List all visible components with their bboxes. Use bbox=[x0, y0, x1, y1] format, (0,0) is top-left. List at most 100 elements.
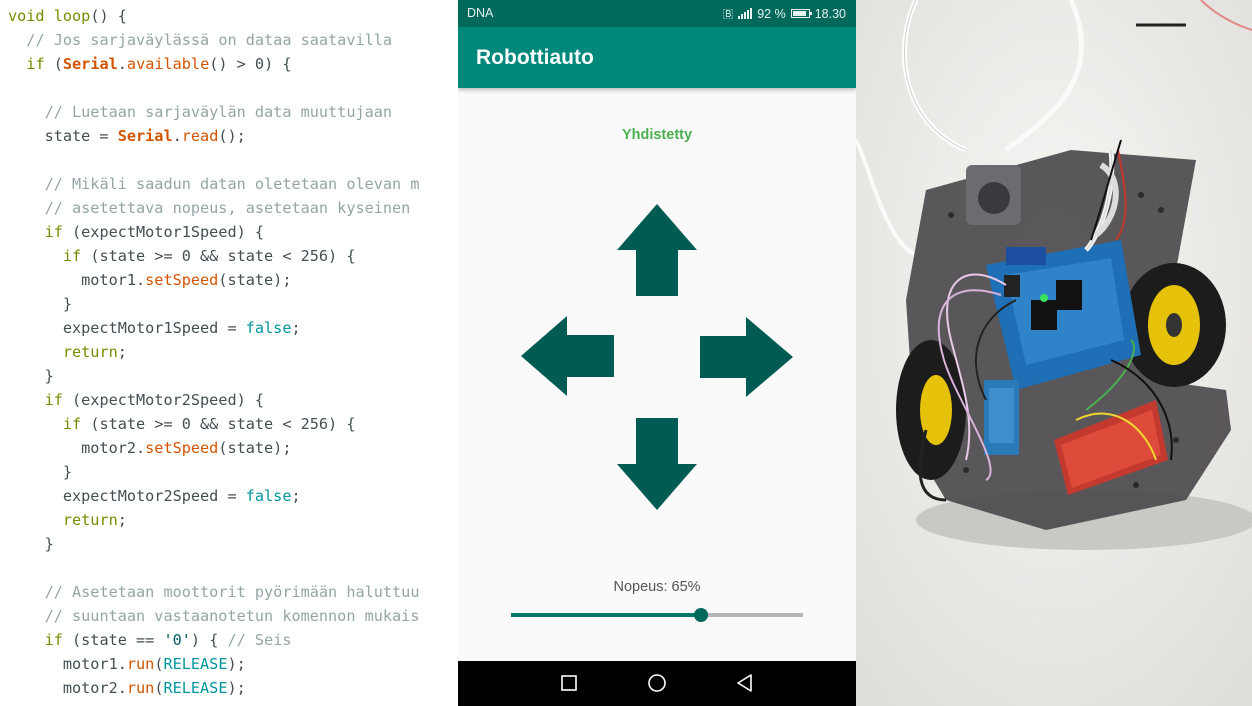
code-token: (state); bbox=[218, 439, 292, 457]
speed-label: Nopeus: 65% bbox=[613, 579, 701, 595]
code-line: motor2.run(RELEASE); bbox=[0, 676, 458, 700]
left-arrow-icon bbox=[521, 316, 614, 396]
slider-thumb[interactable] bbox=[693, 608, 708, 622]
down-arrow-button[interactable] bbox=[617, 418, 697, 510]
code-token: '0' bbox=[163, 631, 191, 649]
code-token: false bbox=[245, 487, 292, 505]
code-token: (state >= 0 && state < 256) { bbox=[81, 247, 356, 265]
code-token: run bbox=[126, 679, 155, 697]
code-token: () > 0) { bbox=[209, 55, 292, 73]
code-token: } bbox=[8, 535, 54, 553]
code-token: (state); bbox=[218, 271, 292, 289]
code-line: // Asetetaan moottorit pyörimään haluttu… bbox=[0, 580, 458, 604]
code-token: // Mikäli saadun datan oletetaan olevan … bbox=[44, 175, 420, 193]
code-line: if (Serial.available() > 0) { bbox=[0, 52, 458, 76]
code-token: ; bbox=[117, 511, 127, 529]
code-token: if bbox=[44, 631, 63, 649]
code-line: } bbox=[0, 460, 458, 484]
code-line: if (state >= 0 && state < 256) { bbox=[0, 412, 458, 436]
robot-car-image bbox=[856, 0, 1252, 706]
code-line: } bbox=[0, 364, 458, 388]
up-arrow-icon bbox=[617, 204, 697, 296]
code-token: // asetettava nopeus, asetetaan kyseinen bbox=[44, 199, 411, 217]
code-token: (expectMotor2Speed) { bbox=[62, 391, 265, 409]
code-token: ; bbox=[291, 319, 301, 337]
battery-percent: 92 % bbox=[757, 6, 786, 21]
code-token: return bbox=[62, 511, 118, 529]
bluetooth-icon: 🇧 bbox=[722, 6, 734, 20]
signal-icon bbox=[738, 8, 753, 19]
code-token: // Asetetaan moottorit pyörimään haluttu… bbox=[44, 583, 420, 601]
code-token: motor1. bbox=[8, 271, 146, 289]
code-token: . bbox=[172, 127, 182, 145]
code-token: RELEASE bbox=[163, 655, 228, 673]
code-token: // Seis bbox=[227, 631, 292, 649]
code-line: motor1.run(RELEASE); bbox=[0, 652, 458, 676]
code-token: ); bbox=[227, 655, 246, 673]
code-token: (state >= 0 && state < 256) { bbox=[81, 415, 356, 433]
code-token: if bbox=[62, 415, 82, 433]
back-icon[interactable] bbox=[736, 673, 754, 693]
up-arrow-button[interactable] bbox=[617, 204, 697, 296]
code-token: RELEASE bbox=[163, 679, 228, 697]
left-arrow-button[interactable] bbox=[521, 316, 614, 396]
code-token: } bbox=[8, 295, 73, 313]
right-arrow-button[interactable] bbox=[700, 317, 793, 397]
code-token: setSpeed bbox=[145, 439, 219, 457]
code-line: return; bbox=[0, 340, 458, 364]
code-line: expectMotor2Speed = false; bbox=[0, 484, 458, 508]
code-token: (); bbox=[218, 127, 246, 145]
code-token: expectMotor1Speed = bbox=[8, 319, 246, 337]
code-token: } bbox=[8, 463, 73, 481]
code-token: () { bbox=[90, 7, 127, 25]
code-token: motor2. bbox=[8, 439, 146, 457]
code-token: if bbox=[26, 55, 45, 73]
code-token: ; bbox=[291, 487, 301, 505]
code-line: // suuntaan vastaanotetun komennon mukai… bbox=[0, 604, 458, 628]
battery-icon bbox=[790, 9, 812, 18]
code-token: available bbox=[126, 55, 210, 73]
code-line: expectMotor1Speed = false; bbox=[0, 316, 458, 340]
down-arrow-icon bbox=[617, 418, 697, 510]
code-token: } bbox=[8, 367, 54, 385]
code-token: ( bbox=[44, 55, 63, 73]
recents-icon[interactable] bbox=[560, 673, 578, 693]
code-token: void bbox=[8, 7, 45, 25]
code-token: (expectMotor1Speed) { bbox=[62, 223, 265, 241]
code-token: run bbox=[126, 655, 155, 673]
right-arrow-icon bbox=[700, 317, 793, 397]
status-bar: DNA 🇧 92 % 18.30 bbox=[458, 0, 856, 27]
code-token: Serial bbox=[62, 55, 118, 73]
code-token: if bbox=[44, 223, 63, 241]
code-line: // Mikäli saadun datan oletetaan olevan … bbox=[0, 172, 458, 196]
code-line: void loop() { bbox=[0, 4, 458, 28]
code-token: // Jos sarjaväylässä on dataa saatavilla bbox=[26, 31, 393, 49]
code-line: if (expectMotor1Speed) { bbox=[0, 220, 458, 244]
connection-status: Yhdistetty bbox=[621, 127, 693, 143]
code-token: // suuntaan vastaanotetun komennon mukai… bbox=[44, 607, 420, 625]
code-line: if (state == '0') { // Seis bbox=[0, 628, 458, 652]
navigation-bar bbox=[458, 661, 856, 706]
app-title: Robottiauto bbox=[476, 46, 594, 69]
code-line: // Luetaan sarjaväylän data muuttujaan bbox=[0, 100, 458, 124]
code-token: setSpeed bbox=[145, 271, 219, 289]
speed-slider[interactable] bbox=[511, 605, 803, 625]
code-token: state = bbox=[8, 127, 118, 145]
code-token: read bbox=[181, 127, 219, 145]
home-icon[interactable] bbox=[647, 673, 667, 693]
